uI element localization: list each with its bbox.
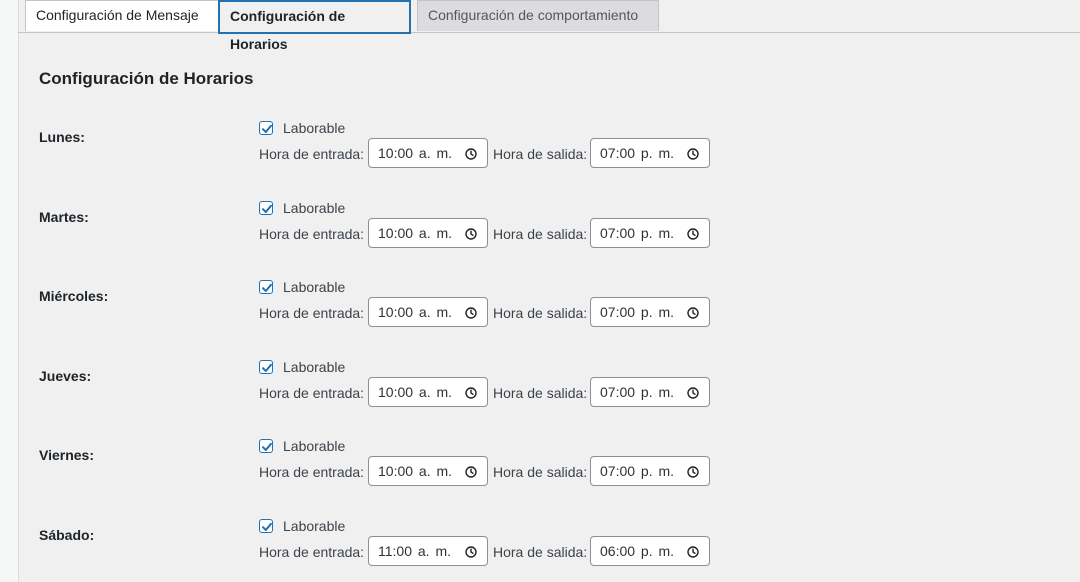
exit-time-value: 07:00 p. m. [600, 304, 675, 320]
day-row: Martes: Laborable Hora de entrada: 10:00 a.… [18, 199, 1080, 259]
entry-time-label: Hora de entrada: [259, 305, 365, 321]
entry-time-input[interactable]: 10:00 a. m. [368, 297, 488, 327]
exit-time-label: Hora de salida: [493, 226, 588, 242]
checkmark-icon [262, 204, 272, 213]
tab-comportamiento[interactable]: Configuración de comportamiento [417, 0, 659, 31]
clock-icon[interactable] [465, 545, 477, 558]
tab-bar: Configuración de Mensaje Configuración d… [18, 0, 1080, 52]
clock-icon[interactable] [465, 227, 477, 240]
workday-label: Laborable [283, 279, 346, 295]
exit-time-label: Hora de salida: [493, 544, 588, 560]
exit-time-input[interactable]: 07:00 p. m. [590, 456, 710, 486]
entry-time-label: Hora de entrada: [259, 544, 365, 560]
exit-time-input[interactable]: 07:00 p. m. [590, 218, 710, 248]
exit-time-label: Hora de salida: [493, 146, 588, 162]
workday-label: Laborable [283, 120, 346, 136]
entry-time-input[interactable]: 10:00 a. m. [368, 138, 488, 168]
day-row: Viernes: Laborable Hora de entrada: 10:00 a… [18, 437, 1080, 497]
time-fields: Hora de entrada: 10:00 a. m. Hora de salid… [259, 218, 719, 248]
exit-time-input[interactable]: 07:00 p. m. [590, 377, 710, 407]
entry-time-label: Hora de entrada: [259, 385, 365, 401]
clock-icon[interactable] [465, 147, 477, 160]
entry-time-label: Hora de entrada: [259, 226, 365, 242]
workday-label: Laborable [283, 518, 346, 534]
workday-checkbox[interactable] [259, 439, 273, 453]
day-label: Lunes: [39, 129, 85, 145]
workday-checkbox[interactable] [259, 280, 273, 294]
workday-label: Laborable [283, 438, 346, 454]
workday-checkbox[interactable] [259, 360, 273, 374]
clock-icon[interactable] [687, 306, 699, 319]
workday-checkbox[interactable] [259, 519, 273, 533]
clock-icon[interactable] [465, 306, 477, 319]
time-fields: Hora de entrada: 10:00 a. m. Hora de salid… [259, 456, 719, 486]
entry-time-value: 10:00 a. m. [378, 145, 453, 161]
checkmark-icon [262, 363, 272, 372]
exit-time-label: Hora de salida: [493, 385, 588, 401]
clock-icon[interactable] [687, 147, 699, 160]
checkmark-icon [262, 124, 272, 133]
section-title: Configuración de Horarios [39, 69, 254, 88]
day-label: Miércoles: [39, 288, 109, 304]
entry-time-input[interactable]: 10:00 a. m. [368, 218, 488, 248]
time-fields: Hora de entrada: 10:00 a. m. Hora de salid… [259, 377, 719, 407]
entry-time-label: Hora de entrada: [259, 464, 365, 480]
day-label: Martes: [39, 209, 89, 225]
clock-icon[interactable] [687, 227, 699, 240]
exit-time-value: 07:00 p. m. [600, 225, 675, 241]
exit-time-value: 07:00 p. m. [600, 145, 675, 161]
time-fields: Hora de entrada: 10:00 a. m. Hora de salid… [259, 297, 719, 327]
exit-time-label: Hora de salida: [493, 305, 588, 321]
clock-icon[interactable] [465, 386, 477, 399]
workday-checkbox[interactable] [259, 201, 273, 215]
checkmark-icon [262, 522, 272, 531]
day-label: Jueves: [39, 368, 92, 384]
day-label: Sábado: [39, 527, 95, 543]
entry-time-value: 10:00 a. m. [378, 304, 453, 320]
admin-sidebar-edge [0, 0, 19, 582]
workday-label: Laborable [283, 200, 346, 216]
day-row: Lunes: Laborable Hora de entrada: 10:00 a. … [18, 119, 1080, 179]
entry-time-value: 10:00 a. m. [378, 384, 453, 400]
tab-horarios[interactable]: Configuración de Horarios [218, 0, 411, 52]
entry-time-input[interactable]: 10:00 a. m. [368, 377, 488, 407]
entry-time-input[interactable]: 11:00 a. m. [368, 536, 488, 566]
entry-time-value: 11:00 a. m. [378, 543, 452, 559]
time-fields: Hora de entrada: 10:00 a. m. Hora de salid… [259, 138, 719, 168]
checkmark-icon [262, 442, 272, 451]
exit-time-input[interactable]: 07:00 p. m. [590, 297, 710, 327]
day-row: Jueves: Laborable Hora de entrada: 10:00 a.… [18, 358, 1080, 418]
clock-icon[interactable] [687, 386, 699, 399]
exit-time-label: Hora de salida: [493, 464, 588, 480]
exit-time-value: 07:00 p. m. [600, 384, 675, 400]
entry-time-input[interactable]: 10:00 a. m. [368, 456, 488, 486]
clock-icon[interactable] [465, 465, 477, 478]
exit-time-input[interactable]: 07:00 p. m. [590, 138, 710, 168]
tab-mensaje[interactable]: Configuración de Mensaje [25, 0, 232, 31]
clock-icon[interactable] [687, 465, 699, 478]
day-row: Miércoles: Laborable Hora de entrada: 10:00… [18, 278, 1080, 338]
workday-label: Laborable [283, 359, 346, 375]
day-row: Sábado: Laborable Hora de entrada: 11:00 a.… [18, 517, 1080, 577]
schedule-settings-panel: Configuración de Horarios Lunes: Laborabl… [18, 33, 1080, 582]
exit-time-input[interactable]: 06:00 p. m. [590, 536, 710, 566]
checkmark-icon [262, 283, 272, 292]
time-fields: Hora de entrada: 11:00 a. m. Hora de salid… [259, 536, 719, 566]
entry-time-label: Hora de entrada: [259, 146, 365, 162]
exit-time-value: 07:00 p. m. [600, 463, 675, 479]
day-label: Viernes: [39, 447, 94, 463]
entry-time-value: 10:00 a. m. [378, 225, 453, 241]
exit-time-value: 06:00 p. m. [600, 543, 675, 559]
entry-time-value: 10:00 a. m. [378, 463, 453, 479]
workday-checkbox[interactable] [259, 121, 273, 135]
clock-icon[interactable] [687, 545, 699, 558]
